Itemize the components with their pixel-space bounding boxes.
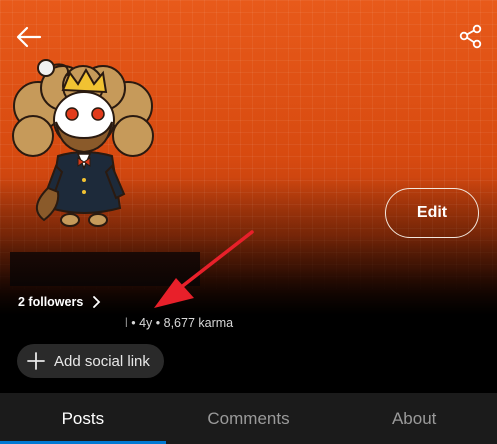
followers-link[interactable]: 2 followers bbox=[18, 293, 101, 311]
back-button[interactable] bbox=[14, 22, 44, 52]
snoo-avatar-icon bbox=[12, 59, 154, 227]
profile-tabs: Posts Comments About bbox=[0, 393, 497, 444]
add-social-link-label: Add social link bbox=[54, 352, 150, 370]
add-social-link-button[interactable]: Add social link bbox=[17, 344, 164, 378]
meta-age-karma: • 4y • 8,677 karma bbox=[127, 316, 234, 330]
edit-profile-button[interactable]: Edit bbox=[385, 188, 479, 238]
profile-meta: l • 4y • 8,677 karma bbox=[125, 316, 233, 330]
tab-posts[interactable]: Posts bbox=[0, 393, 166, 444]
followers-label: 2 followers bbox=[18, 295, 84, 309]
tab-about[interactable]: About bbox=[331, 393, 497, 444]
red-arrow-icon bbox=[154, 230, 254, 308]
tab-comments[interactable]: Comments bbox=[166, 393, 332, 444]
arrow-left-icon bbox=[16, 26, 42, 48]
chevron-right-icon bbox=[93, 296, 101, 308]
plus-icon bbox=[27, 352, 45, 370]
share-button[interactable] bbox=[456, 22, 486, 52]
share-icon bbox=[459, 24, 482, 49]
